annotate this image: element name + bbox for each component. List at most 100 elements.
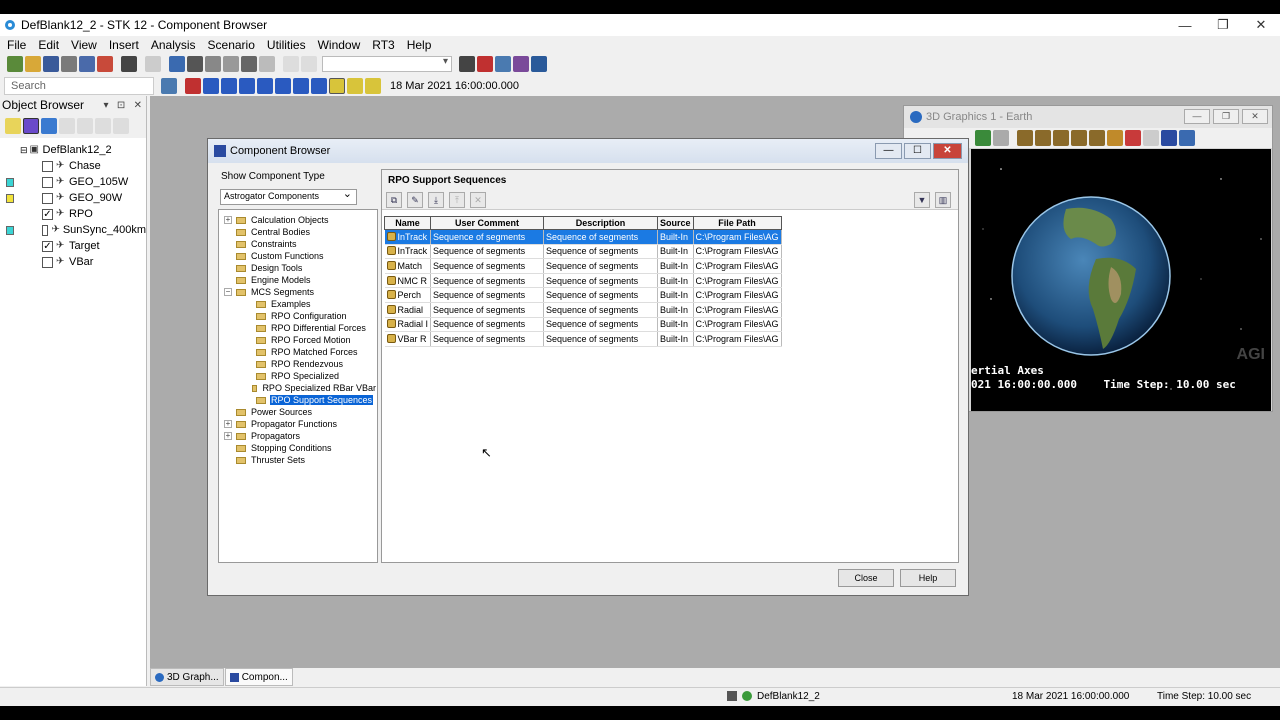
object-visibility-checkbox[interactable] [42,224,49,236]
menu-window[interactable]: Window [313,38,366,52]
expand-toggle-icon[interactable]: − [224,288,232,296]
expand-toggle-icon[interactable]: + [224,432,232,440]
decrease-step-icon[interactable] [293,78,309,94]
view-from-icon[interactable] [993,130,1009,146]
object-tree-item[interactable]: ✈ SunSync_400km [0,222,146,238]
earth-view[interactable]: ertial Axes 021 16:00:00.000 Time Step: … [971,149,1271,411]
close-dialog-button[interactable]: Close [838,569,894,587]
access-icon[interactable] [187,56,203,72]
tree-node[interactable]: Examples [219,298,377,310]
pencil-icon[interactable] [1107,130,1123,146]
graphics-minimize-button[interactable]: — [1184,109,1210,124]
object-tree-item[interactable]: ✓ ✈ RPO [0,206,146,222]
object-color-icon[interactable] [97,56,113,72]
object-visibility-checkbox[interactable] [42,176,53,188]
help-button[interactable]: Help [900,569,956,587]
menu-insert[interactable]: Insert [104,38,144,52]
object-visibility-checkbox[interactable] [42,256,53,268]
x-real-time-icon[interactable] [347,78,363,94]
table-row[interactable]: Perch Sequence of segments Sequence of seg… [384,287,782,303]
tree-node[interactable]: + Propagators [219,430,377,442]
chain-icon[interactable] [205,56,221,72]
graphics-restore-button[interactable]: ❐ [1213,109,1239,124]
view-icon[interactable] [459,56,475,72]
tree-node[interactable]: + Propagator Functions [219,418,377,430]
pan-tool-icon[interactable] [301,56,317,72]
menu-rt3[interactable]: RT3 [367,38,399,52]
column-header[interactable]: Description [543,216,659,230]
animation-mode-icon[interactable] [365,78,381,94]
table-row[interactable]: Radial I Sequence of segments Sequence of … [384,317,782,333]
dialog-minimize-button[interactable]: — [875,143,902,159]
object-tree-item[interactable]: ✈ GEO_90W [0,190,146,206]
orient-icon[interactable] [1017,130,1033,146]
expand-toggle-icon[interactable]: + [224,216,232,224]
graphics-properties-icon[interactable] [1179,130,1195,146]
search-input[interactable]: Search [4,77,154,95]
graphics-close-button[interactable]: ✕ [1242,109,1268,124]
column-header[interactable]: Source [657,216,694,230]
table-row[interactable]: Radial Sequence of segments Sequence of se… [384,302,782,318]
dialog-maximize-button[interactable]: ☐ [904,143,931,159]
tree-node[interactable]: Power Sources [219,406,377,418]
object-browser-controls[interactable]: ▾ ⊡ ✕ [104,100,142,111]
tree-node[interactable]: Constraints [219,238,377,250]
analysis-tool-icon[interactable] [259,56,275,72]
report-icon[interactable] [145,56,161,72]
color-filter-icon[interactable] [23,118,39,134]
deck-access-icon[interactable] [241,56,257,72]
tree-root[interactable]: ⊟ ▣ DefBlank12_2 [0,142,146,158]
pen-icon[interactable] [1125,130,1141,146]
delete-icon[interactable] [113,118,129,134]
tree-node[interactable]: RPO Configuration [219,310,377,322]
delete-component-icon[interactable]: ✕ [470,191,486,208]
globe-manager-icon[interactable] [1161,130,1177,146]
expand-toggle-icon[interactable]: + [224,420,232,428]
object-visibility-checkbox[interactable] [42,192,53,204]
coverage-icon[interactable] [223,56,239,72]
edit-properties-icon[interactable]: ✎ [407,191,423,208]
tree-node[interactable]: − MCS Segments [219,286,377,298]
duplicate-icon[interactable]: ⧉ [386,191,402,208]
menu-file[interactable]: File [2,38,31,52]
menu-edit[interactable]: Edit [33,38,64,52]
database-icon[interactable] [513,56,529,72]
new-object-icon[interactable] [5,118,21,134]
object-visibility-checkbox[interactable] [42,160,53,172]
tree-node[interactable]: Central Bodies [219,226,377,238]
menu-analysis[interactable]: Analysis [146,38,201,52]
table-row[interactable]: InTrack Sequence of segments Sequence of s… [384,244,782,260]
zoom-tool-icon[interactable] [283,56,299,72]
tree-node[interactable]: RPO Differential Forces [219,322,377,334]
tree-node[interactable]: Stopping Conditions [219,442,377,454]
measure-icon[interactable] [1089,130,1105,146]
print-icon[interactable] [121,56,137,72]
toolbar-more-icon[interactable] [1143,130,1159,146]
import-icon[interactable]: ⤒ [449,191,465,208]
tree-node[interactable]: Design Tools [219,262,377,274]
object-tree-item[interactable]: ✈ GEO_105W [0,174,146,190]
column-header[interactable]: User Comment [430,216,545,230]
column-header[interactable]: Name [383,216,432,230]
save-all-icon[interactable] [61,56,77,72]
export-icon[interactable]: ⤓ [428,191,444,208]
tree-node[interactable]: Thruster Sets [219,454,377,466]
tree-node[interactable]: RPO Support Sequences [219,394,377,406]
close-button[interactable]: ✕ [1242,14,1280,36]
component-type-select[interactable]: Astrogator Components [220,187,357,205]
paste-icon[interactable] [95,118,111,134]
tree-node[interactable]: Engine Models [219,274,377,286]
table-row[interactable]: NMC R Sequence of segments Sequence of seg… [384,273,782,289]
column-header[interactable]: File Path [692,216,782,230]
settings-icon[interactable] [161,78,177,94]
real-time-icon[interactable] [329,78,345,94]
tree-node[interactable]: RPO Specialized RBar VBar [219,382,377,394]
tree-node[interactable]: RPO Matched Forces [219,346,377,358]
filter-icon[interactable]: ▼ [914,192,930,208]
pan-icon[interactable] [1053,130,1069,146]
tree-node[interactable]: RPO Forced Motion [219,334,377,346]
tab-component-browser[interactable]: Compon... [224,668,293,686]
restore-button[interactable]: ❐ [1204,14,1242,36]
tab-3d-graphics[interactable]: 3D Graph... [150,668,224,686]
new-scenario-icon[interactable] [7,56,23,72]
